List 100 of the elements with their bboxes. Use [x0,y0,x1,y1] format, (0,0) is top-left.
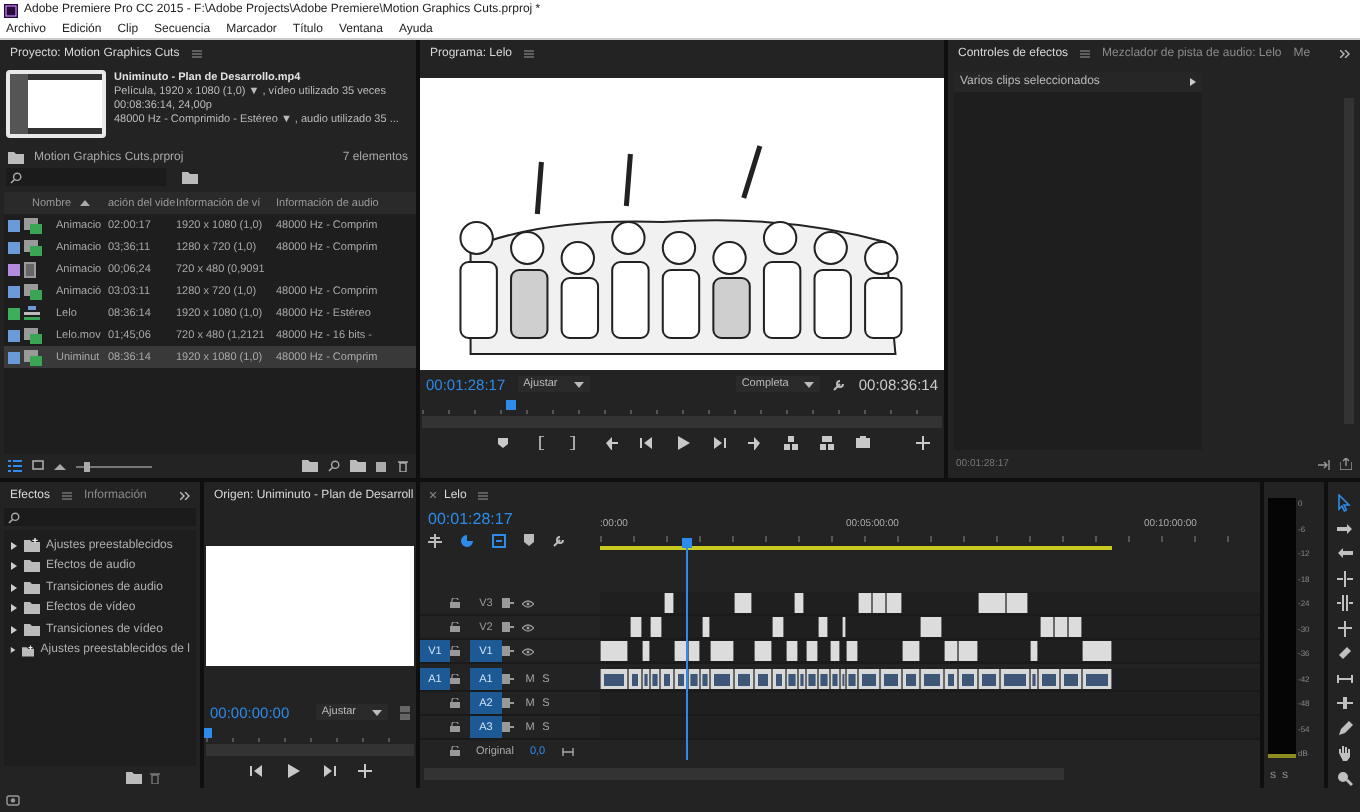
export-frame-button[interactable] [853,434,871,452]
panel-menu-icon[interactable] [524,49,535,57]
audio-clip[interactable] [1030,669,1038,689]
video-clip[interactable] [1006,593,1028,613]
expand-arrow-icon[interactable] [10,583,18,592]
search-field[interactable] [6,168,166,186]
audio-clip[interactable] [1082,669,1112,689]
lock-icon[interactable] [450,674,460,684]
slide-tool-icon[interactable] [1335,694,1353,712]
export-icon[interactable] [1340,458,1352,470]
lock-icon[interactable] [450,698,460,708]
track-lane[interactable] [600,592,1260,614]
step-forward-button[interactable] [709,434,727,452]
video-clip[interactable] [710,641,734,661]
audio-clip[interactable] [840,669,846,689]
audio-clip[interactable] [902,669,920,689]
sync-lock-icon[interactable] [502,646,514,656]
linked-selection-icon[interactable] [492,534,506,548]
play-button[interactable] [673,434,691,452]
audio-clip[interactable] [710,669,734,689]
expand-arrow-icon[interactable] [10,625,18,634]
expand-arrow-icon[interactable] [10,604,18,613]
video-clip[interactable] [600,641,628,661]
step-back-button[interactable] [637,434,655,452]
ripple-tool-icon[interactable] [1335,569,1353,587]
zoom-scrollbar[interactable] [206,744,414,756]
expand-arrow-icon[interactable] [10,646,17,655]
panel-menu-icon[interactable] [478,491,489,499]
snap-icon[interactable] [460,534,474,548]
lock-icon[interactable] [450,722,460,732]
slip-tool-icon[interactable] [1335,669,1353,687]
audio-clip[interactable] [920,669,944,689]
eye-icon[interactable] [522,647,534,655]
lift-button[interactable] [781,434,799,452]
expand-arrow-icon[interactable] [10,562,18,571]
track-lane[interactable] [600,616,1260,638]
track-lane[interactable] [600,640,1260,662]
settings-icon[interactable] [832,377,847,391]
video-clip[interactable] [978,593,1006,613]
razor-tool-icon[interactable] [1335,644,1353,662]
add-button[interactable] [914,434,932,452]
slider-thumb[interactable] [83,461,90,471]
panel-menu-icon[interactable] [1080,49,1091,57]
track-forward-tool-icon[interactable] [1335,519,1353,537]
step-forward-button[interactable] [319,762,337,780]
sync-lock-icon[interactable] [502,598,514,608]
close-icon[interactable] [430,492,436,498]
track-backward-tool-icon[interactable] [1335,544,1353,562]
hand-tool-icon[interactable] [1335,744,1353,762]
sync-lock-icon[interactable] [502,722,514,732]
extract-button[interactable] [817,434,835,452]
audio-clip[interactable] [858,669,880,689]
panel-menu-icon[interactable] [62,491,73,499]
marker-icon[interactable] [524,534,534,546]
zoom-tool-icon[interactable] [1335,769,1353,787]
trash-icon[interactable] [398,460,408,472]
icon-view-icon[interactable] [32,460,44,472]
rate-tool-icon[interactable] [1335,619,1353,637]
add-button[interactable] [355,762,373,780]
play-button[interactable] [283,762,301,780]
more-panels-icon[interactable] [1340,49,1350,57]
playhead[interactable] [681,538,692,548]
track-lane[interactable] [600,716,1260,738]
more-panels-icon[interactable] [180,491,190,499]
marker-button[interactable] [493,434,511,452]
eye-icon[interactable] [522,623,534,631]
lock-icon[interactable] [450,598,460,608]
expand-arrow-icon[interactable] [10,541,18,550]
track-lane[interactable] [600,692,1260,714]
playhead[interactable] [506,400,517,410]
rolling-tool-icon[interactable] [1335,594,1353,612]
trash-icon[interactable] [150,771,160,783]
sync-lock-icon[interactable] [502,698,514,708]
fit-icon[interactable] [561,747,574,755]
list-view-icon[interactable] [8,460,22,472]
audio-clip[interactable] [1000,669,1030,689]
audio-clip[interactable] [600,669,628,689]
step-back-button[interactable] [247,762,265,780]
video-clip[interactable] [920,617,942,637]
audio-clip[interactable] [1060,669,1082,689]
video-clip[interactable] [1082,641,1112,661]
search-field[interactable] [4,508,196,526]
insert-icon[interactable] [428,534,442,548]
track-lane[interactable] [600,668,1260,690]
playhead-timecode[interactable]: 00:01:28:17 [428,510,592,528]
pen-tool-icon[interactable] [1335,719,1353,737]
panel-menu-icon[interactable] [191,49,202,57]
sync-lock-icon[interactable] [502,674,514,684]
settings-icon[interactable] [552,534,566,548]
eye-icon[interactable] [522,599,534,607]
new-item-icon[interactable] [376,460,388,472]
go-to-in-button[interactable] [601,434,619,452]
audio-clip[interactable] [978,669,1000,689]
selection-tool-icon[interactable] [1335,494,1353,512]
audio-clip[interactable] [1038,669,1060,689]
sync-lock-icon[interactable] [502,622,514,632]
lock-icon[interactable] [450,622,460,632]
go-to-out-button[interactable] [745,434,763,452]
expand-arrow-icon[interactable] [1190,78,1196,86]
video-clip[interactable] [902,641,920,661]
